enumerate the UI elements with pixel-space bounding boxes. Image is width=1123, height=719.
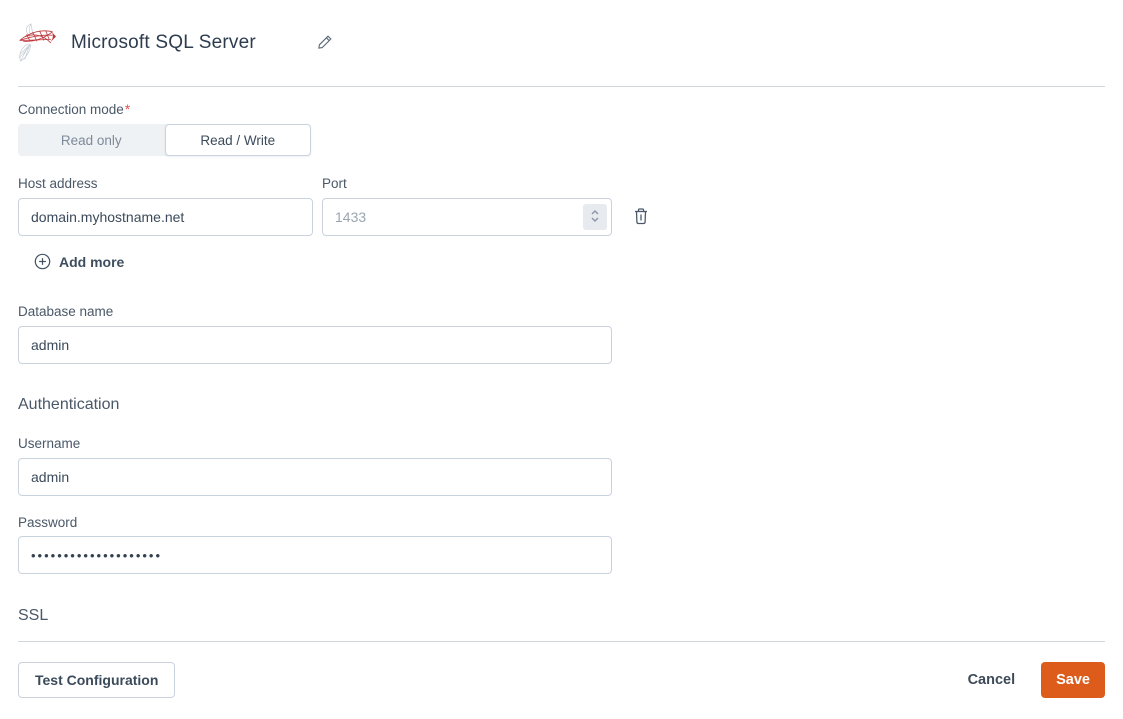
test-configuration-button[interactable]: Test Configuration — [18, 662, 176, 698]
sql-server-logo-icon — [18, 22, 56, 64]
edit-title-button[interactable] — [313, 30, 337, 57]
host-address-input[interactable] — [18, 198, 313, 236]
stepper-chevrons-icon — [590, 209, 600, 226]
connection-mode-toggle: Read only Read / Write — [18, 124, 311, 156]
add-more-host-button[interactable]: Add more — [34, 253, 124, 270]
username-input[interactable] — [18, 458, 612, 496]
ssl-heading: SSL — [18, 607, 49, 624]
required-asterisk: * — [124, 102, 131, 117]
port-stepper[interactable] — [583, 204, 607, 230]
trash-icon — [633, 207, 649, 228]
page-title: Microsoft SQL Server — [71, 32, 256, 53]
header: Microsoft SQL Server — [18, 0, 1105, 86]
read-write-option[interactable]: Read / Write — [164, 124, 311, 156]
footer-divider — [18, 641, 1105, 642]
host-port-row — [18, 198, 1105, 236]
host-address-label: Host address — [18, 176, 98, 191]
header-divider — [18, 86, 1105, 87]
password-input[interactable] — [18, 536, 612, 574]
footer-actions: Test Configuration Cancel Save — [18, 662, 1105, 698]
add-more-label: Add more — [59, 253, 125, 270]
connection-settings-page: Microsoft SQL Server Connection mode* Re… — [0, 0, 1123, 719]
username-label: Username — [18, 436, 81, 451]
host-port-labels: Host address Port — [18, 176, 1105, 192]
authentication-heading: Authentication — [18, 396, 120, 413]
connection-mode-label: Connection mode* — [18, 102, 1105, 118]
pencil-icon — [317, 34, 333, 53]
password-label: Password — [18, 515, 78, 530]
plus-circle-icon — [34, 253, 51, 270]
cancel-button[interactable]: Cancel — [966, 666, 1018, 694]
save-button[interactable]: Save — [1041, 662, 1105, 698]
database-name-input[interactable] — [18, 326, 612, 364]
port-label: Port — [322, 176, 347, 191]
delete-host-button[interactable] — [630, 204, 652, 231]
read-only-option[interactable]: Read only — [18, 124, 165, 156]
database-name-label: Database name — [18, 304, 114, 319]
connection-mode-label-text: Connection mode — [18, 102, 124, 117]
port-input[interactable] — [322, 198, 612, 236]
